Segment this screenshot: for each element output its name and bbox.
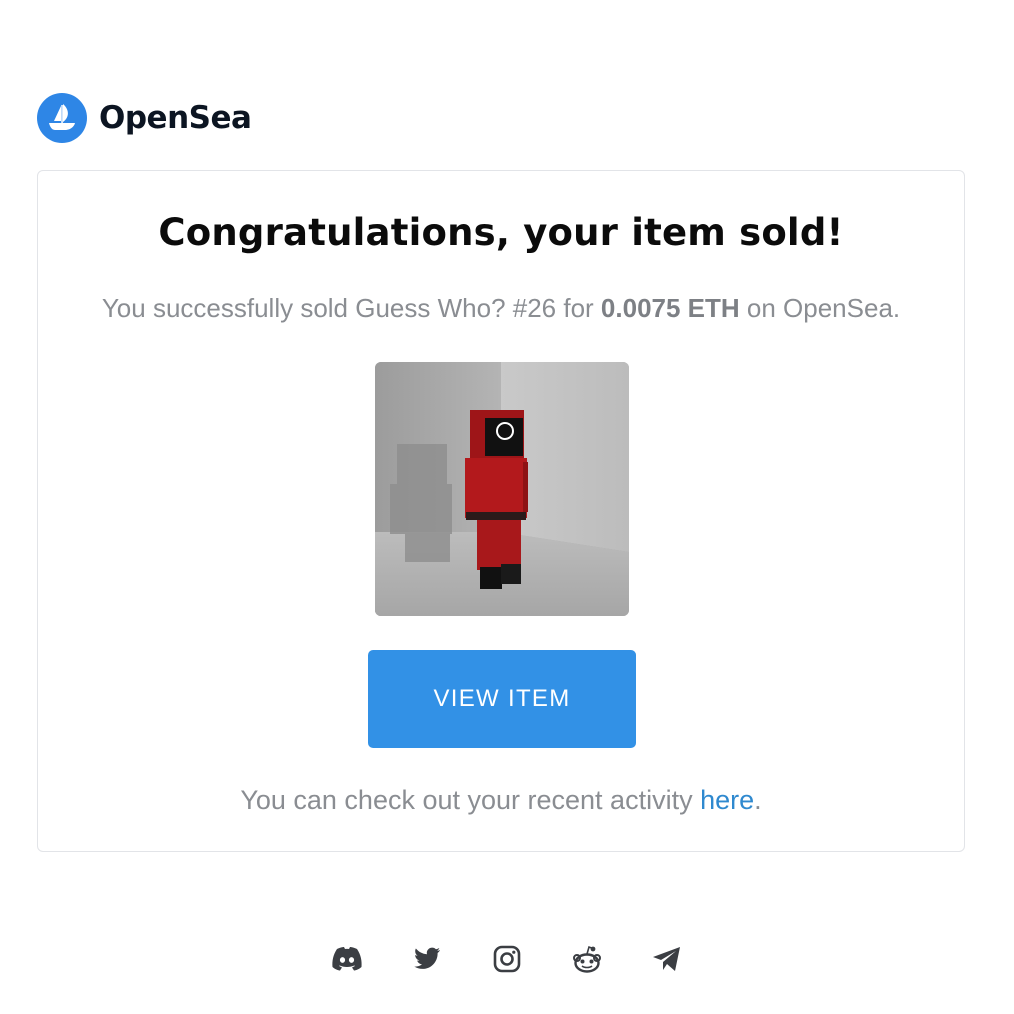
view-item-button[interactable]: VIEW ITEM: [368, 650, 636, 748]
sale-message-prefix: You successfully sold Guess Who? #26 for: [101, 293, 601, 323]
twitter-icon[interactable]: [410, 942, 444, 976]
sale-price: 0.0075 ETH: [600, 293, 740, 323]
sale-message: You successfully sold Guess Who? #26 for…: [38, 293, 964, 324]
discord-icon[interactable]: [330, 942, 364, 976]
nft-item-image[interactable]: [375, 362, 629, 616]
brand-header: OpenSea: [37, 93, 252, 143]
sale-message-suffix: on OpenSea.: [739, 293, 901, 323]
activity-note: You can check out your recent activity h…: [38, 785, 964, 816]
sale-notification-card: Congratulations, your item sold! You suc…: [37, 170, 965, 852]
activity-note-prefix: You can check out your recent activity: [240, 785, 701, 815]
card-title: Congratulations, your item sold!: [158, 211, 844, 254]
activity-link[interactable]: here: [700, 785, 754, 815]
opensea-logo-icon[interactable]: [37, 93, 87, 143]
reddit-icon[interactable]: [570, 942, 604, 976]
instagram-icon[interactable]: [490, 942, 524, 976]
telegram-icon[interactable]: [650, 942, 684, 976]
brand-name[interactable]: OpenSea: [99, 100, 252, 136]
social-links: [0, 942, 1014, 976]
activity-note-suffix: .: [754, 785, 762, 815]
